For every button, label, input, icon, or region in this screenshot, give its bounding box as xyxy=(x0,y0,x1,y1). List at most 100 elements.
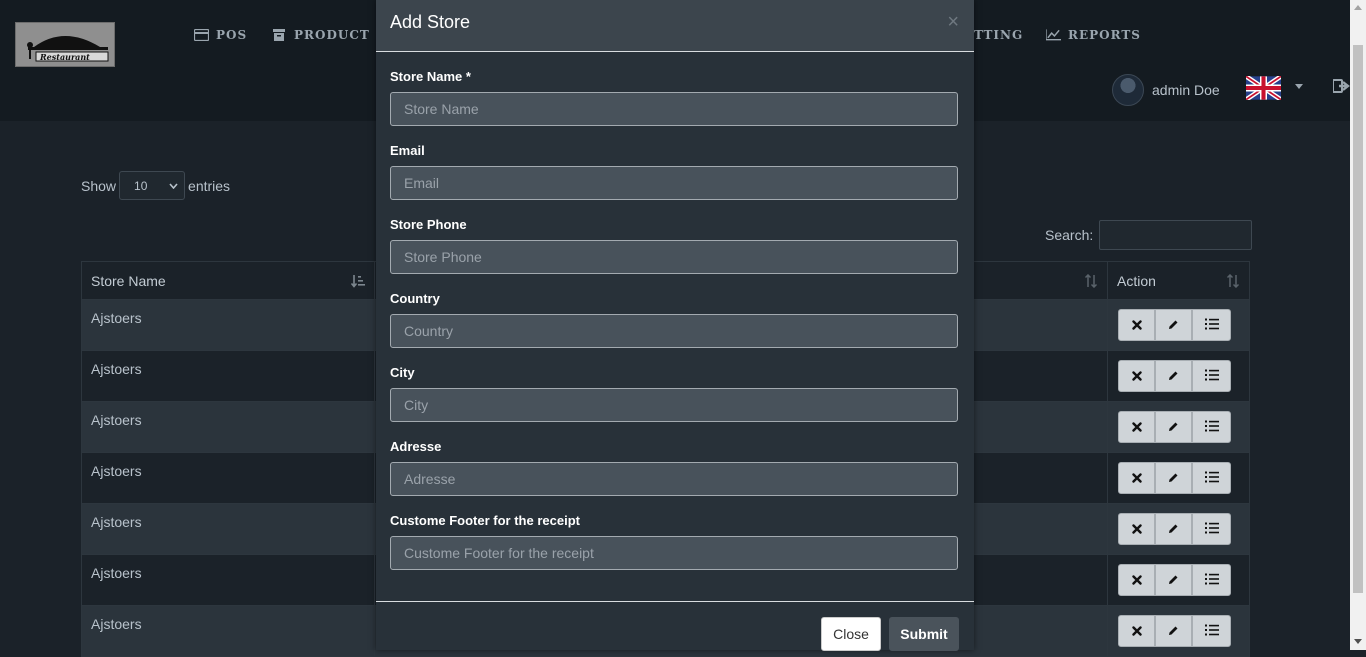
delete-button[interactable] xyxy=(1118,309,1155,341)
line-chart-icon xyxy=(1046,29,1061,41)
list-icon xyxy=(1204,317,1219,333)
details-button[interactable] xyxy=(1192,615,1231,647)
column-header-store-name[interactable]: Store Name xyxy=(81,261,375,300)
close-icon xyxy=(1131,368,1142,384)
details-button[interactable] xyxy=(1192,360,1231,392)
close-icon[interactable]: × xyxy=(947,12,959,32)
nav-item-label: PRODUCT xyxy=(294,28,370,42)
close-icon xyxy=(1131,419,1142,435)
country-input[interactable] xyxy=(390,314,958,348)
list-icon xyxy=(1204,419,1219,435)
edit-button[interactable] xyxy=(1155,513,1192,545)
store-name-cell: Ajstoers xyxy=(81,299,375,351)
edit-button[interactable] xyxy=(1155,360,1192,392)
receipt-footer-input[interactable] xyxy=(390,536,958,570)
edit-button[interactable] xyxy=(1155,615,1192,647)
city-group: City xyxy=(390,365,958,422)
store-name-cell: Ajstoers xyxy=(81,503,375,555)
store-phone-label: Store Phone xyxy=(390,217,467,232)
close-icon xyxy=(1131,572,1142,588)
entries-label: entries xyxy=(188,177,231,194)
row-action-group xyxy=(1118,309,1249,341)
nav-item-reports[interactable]: REPORTS xyxy=(1046,27,1141,43)
user-name: admin Doe xyxy=(1152,82,1220,98)
row-action-group xyxy=(1118,564,1249,596)
pencil-icon xyxy=(1168,368,1179,384)
logo-graphic: Restaurant xyxy=(27,36,109,62)
action-cell xyxy=(1107,605,1250,657)
uk-flag-icon[interactable] xyxy=(1246,76,1281,100)
close-button[interactable]: Close xyxy=(821,617,881,651)
edit-button[interactable] xyxy=(1155,462,1192,494)
row-action-group xyxy=(1118,513,1249,545)
city-label: City xyxy=(390,365,415,380)
delete-button[interactable] xyxy=(1118,360,1155,392)
nav-item-setting[interactable]: TTING xyxy=(974,27,1023,43)
delete-button[interactable] xyxy=(1118,411,1155,443)
pencil-icon xyxy=(1168,623,1179,639)
store-name-cell: Ajstoers xyxy=(81,452,375,504)
scrollbar-thumb[interactable] xyxy=(1353,45,1363,593)
close-icon xyxy=(1131,470,1142,486)
edit-button[interactable] xyxy=(1155,564,1192,596)
delete-button[interactable] xyxy=(1118,564,1155,596)
scroll-down-icon[interactable] xyxy=(1354,639,1362,644)
adresse-input[interactable] xyxy=(390,462,958,496)
scroll-up-icon[interactable] xyxy=(1354,5,1362,10)
details-button[interactable] xyxy=(1192,564,1231,596)
store-name-group: Store Name * xyxy=(390,69,958,126)
row-action-group xyxy=(1118,360,1249,392)
pencil-icon xyxy=(1168,521,1179,537)
nav-item-pos[interactable]: POS xyxy=(194,27,247,43)
add-store-modal: Add Store × Store Name * Email Store Pho… xyxy=(376,0,974,651)
details-button[interactable] xyxy=(1192,309,1231,341)
action-cell xyxy=(1107,554,1250,606)
delete-button[interactable] xyxy=(1118,513,1155,545)
column-header-label: Store Name xyxy=(91,272,166,289)
edit-button[interactable] xyxy=(1155,411,1192,443)
entries-select[interactable]: 10 xyxy=(119,171,186,200)
sort-both-icon xyxy=(1084,274,1098,288)
close-icon xyxy=(1131,521,1142,537)
country-group: Country xyxy=(390,291,958,348)
action-cell xyxy=(1107,452,1250,504)
pencil-icon xyxy=(1168,470,1179,486)
email-input[interactable] xyxy=(390,166,958,200)
store-name-cell: Ajstoers xyxy=(81,554,375,606)
adresse-label: Adresse xyxy=(390,439,442,454)
store-name-input[interactable] xyxy=(390,92,958,126)
store-name-cell: Ajstoers xyxy=(81,350,375,402)
details-button[interactable] xyxy=(1192,513,1231,545)
list-icon xyxy=(1204,572,1219,588)
nav-item-product[interactable]: PRODUCT xyxy=(272,27,370,43)
city-input[interactable] xyxy=(390,388,958,422)
row-action-group xyxy=(1118,615,1249,647)
show-label: Show xyxy=(81,177,117,194)
show-entries-control: Show 10 entries xyxy=(81,171,230,200)
adresse-group: Adresse xyxy=(390,439,958,496)
details-button[interactable] xyxy=(1192,411,1231,443)
delete-button[interactable] xyxy=(1118,462,1155,494)
delete-button[interactable] xyxy=(1118,615,1155,647)
search-input[interactable] xyxy=(1099,220,1253,250)
country-label: Country xyxy=(390,291,440,306)
user-menu[interactable]: admin Doe xyxy=(1112,74,1220,106)
details-button[interactable] xyxy=(1192,462,1231,494)
list-icon xyxy=(1204,521,1219,537)
email-group: Email xyxy=(390,143,958,200)
close-icon xyxy=(1131,317,1142,333)
action-cell xyxy=(1107,503,1250,555)
edit-button[interactable] xyxy=(1155,309,1192,341)
email-label: Email xyxy=(390,143,425,158)
entries-value: 10 xyxy=(134,178,148,193)
submit-button[interactable]: Submit xyxy=(889,617,959,651)
store-name-cell: Ajstoers xyxy=(81,605,375,657)
page-scrollbar[interactable] xyxy=(1350,0,1366,650)
logout-icon[interactable] xyxy=(1333,78,1350,94)
restaurant-logo[interactable]: Restaurant xyxy=(15,22,115,67)
column-header-action[interactable]: Action xyxy=(1107,261,1250,300)
chevron-down-icon[interactable] xyxy=(1295,84,1303,89)
store-phone-input[interactable] xyxy=(390,240,958,274)
credit-card-icon xyxy=(194,29,209,41)
nav-item-label: TTING xyxy=(974,28,1024,42)
